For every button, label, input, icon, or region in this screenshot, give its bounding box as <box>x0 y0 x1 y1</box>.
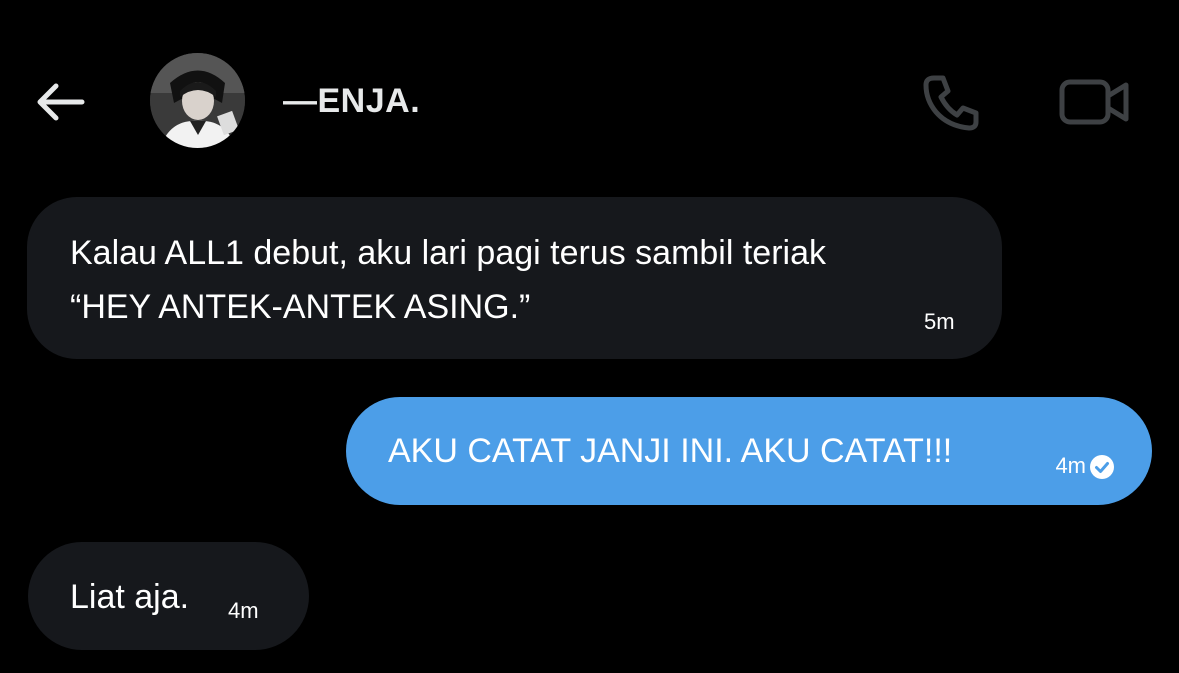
conversation-header: —ENJA. <box>0 0 1179 190</box>
call-button[interactable] <box>920 72 982 132</box>
contact-name[interactable]: —ENJA. <box>283 82 420 121</box>
video-camera-icon <box>1059 79 1129 125</box>
contact-avatar[interactable] <box>150 53 245 148</box>
read-check-icon <box>1089 454 1115 480</box>
arrow-left-icon <box>37 83 85 121</box>
message-timestamp: 4m <box>228 598 259 623</box>
incoming-message-bubble[interactable]: Kalau ALL1 debut, aku lari pagi terus sa… <box>27 197 1002 359</box>
incoming-message-bubble[interactable]: Liat aja. 4m <box>28 542 309 650</box>
message-text: AKU CATAT JANJI INI. AKU CATAT!!! <box>388 432 953 470</box>
message-line: Kalau ALL1 debut, aku lari pagi terus sa… <box>70 234 827 272</box>
outgoing-message-bubble[interactable]: AKU CATAT JANJI INI. AKU CATAT!!! 4m <box>346 397 1152 505</box>
message-text: Liat aja. <box>70 578 190 616</box>
message-text: Kalau ALL1 debut, aku lari pagi terus sa… <box>70 226 826 334</box>
video-call-button[interactable] <box>1058 76 1132 128</box>
message-line: “HEY ANTEK-ANTEK ASING.” <box>70 288 531 326</box>
back-button[interactable] <box>30 78 90 126</box>
phone-icon <box>923 75 979 131</box>
message-timestamp: 5m <box>924 309 955 334</box>
message-timestamp: 4m <box>1055 453 1086 478</box>
